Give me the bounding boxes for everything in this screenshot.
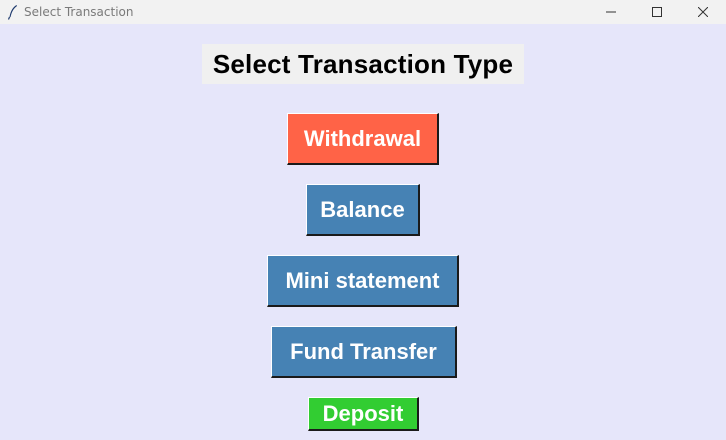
close-button[interactable] xyxy=(680,0,726,24)
fund-transfer-button[interactable]: Fund Transfer xyxy=(271,326,457,378)
deposit-button[interactable]: Deposit xyxy=(308,397,419,431)
mini-statement-button[interactable]: Mini statement xyxy=(267,255,459,307)
maximize-button[interactable] xyxy=(634,0,680,24)
feather-icon xyxy=(4,3,22,21)
close-icon xyxy=(698,7,708,17)
main-content: Select Transaction Type Withdrawal Balan… xyxy=(0,24,726,440)
minimize-button[interactable] xyxy=(588,0,634,24)
minimize-icon xyxy=(606,11,616,13)
maximize-icon xyxy=(652,7,662,17)
title-bar[interactable]: Select Transaction xyxy=(0,0,726,24)
withdrawal-button[interactable]: Withdrawal xyxy=(287,113,439,165)
balance-button[interactable]: Balance xyxy=(306,184,420,236)
window-controls xyxy=(588,0,726,24)
page-title: Select Transaction Type xyxy=(202,44,524,84)
window-title: Select Transaction xyxy=(24,5,134,19)
